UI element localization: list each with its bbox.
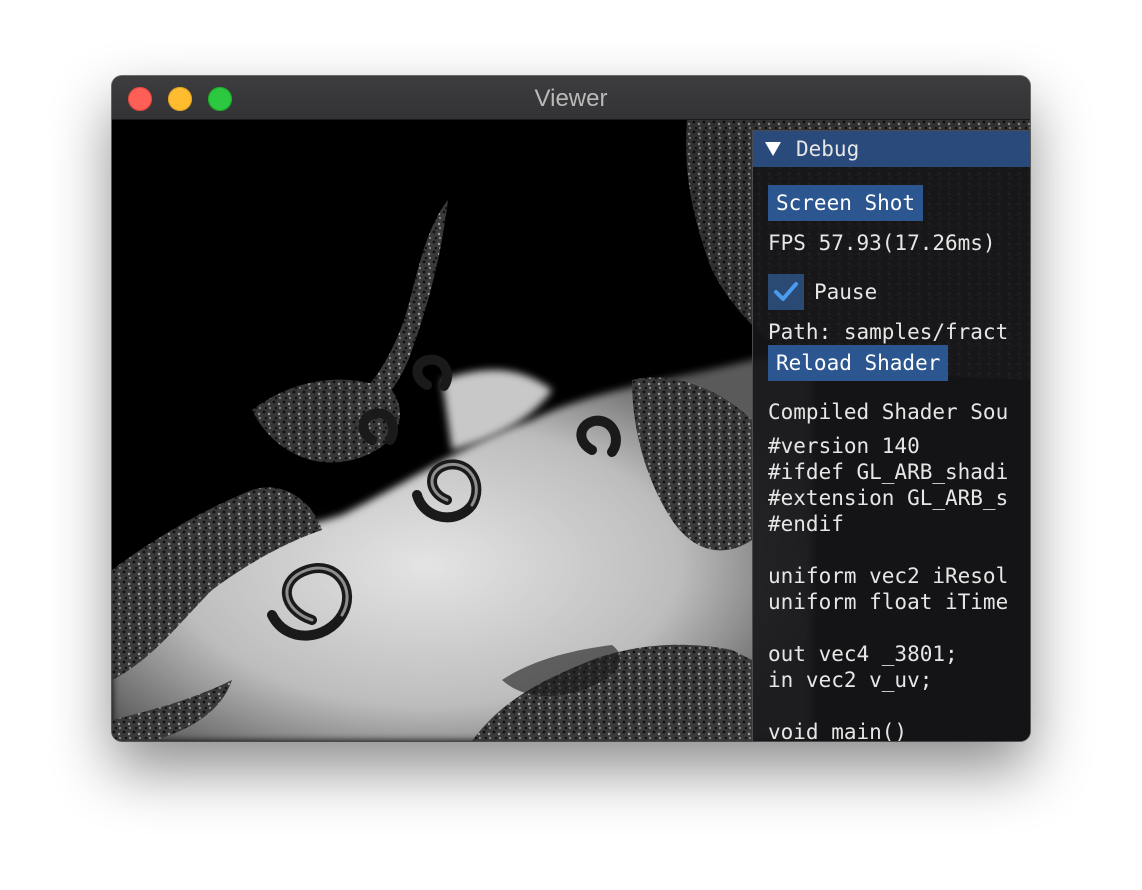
- source-line: #extension GL_ARB_s: [768, 486, 1009, 510]
- title-bar[interactable]: Viewer: [112, 76, 1030, 120]
- source-line: uniform float iTime: [768, 590, 1009, 614]
- debug-panel-title: Debug: [796, 137, 860, 161]
- triangle-down-icon[interactable]: [765, 142, 781, 156]
- screenshot-button[interactable]: Screen Shot: [768, 185, 924, 221]
- shader-path: Path: samples/fract: [768, 320, 1009, 344]
- source-line: in vec2 v_uv;: [768, 668, 933, 692]
- source-line: uniform vec2 iResol: [768, 564, 1009, 588]
- source-line: #endif: [768, 512, 844, 536]
- source-line: void main(): [768, 720, 908, 741]
- shader-source: #version 140 #ifdef GL_ARB_shadi #extens…: [753, 434, 1030, 741]
- debug-panel: Debug Screen Shot FPS 57.93(17.26ms) Pau…: [752, 130, 1030, 741]
- fps-readout: FPS 57.93(17.26ms): [768, 231, 996, 255]
- pause-checkbox[interactable]: [768, 274, 804, 310]
- debug-panel-header[interactable]: Debug: [753, 131, 1030, 167]
- source-line: #version 140: [768, 434, 920, 458]
- viewer-window: Viewer Debug Screen Shot FPS 57.93(17.26…: [112, 76, 1030, 741]
- source-line: #ifdef GL_ARB_shadi: [768, 460, 1009, 484]
- reload-shader-button[interactable]: Reload Shader: [768, 345, 949, 381]
- compiled-shader-label: Compiled Shader Sou: [768, 400, 1009, 424]
- render-viewport[interactable]: Debug Screen Shot FPS 57.93(17.26ms) Pau…: [112, 120, 1030, 741]
- window-title: Viewer: [534, 85, 608, 112]
- pause-label: Pause: [814, 280, 878, 304]
- checkmark-icon: [774, 282, 798, 301]
- source-line: out vec4 _3801;: [768, 642, 958, 666]
